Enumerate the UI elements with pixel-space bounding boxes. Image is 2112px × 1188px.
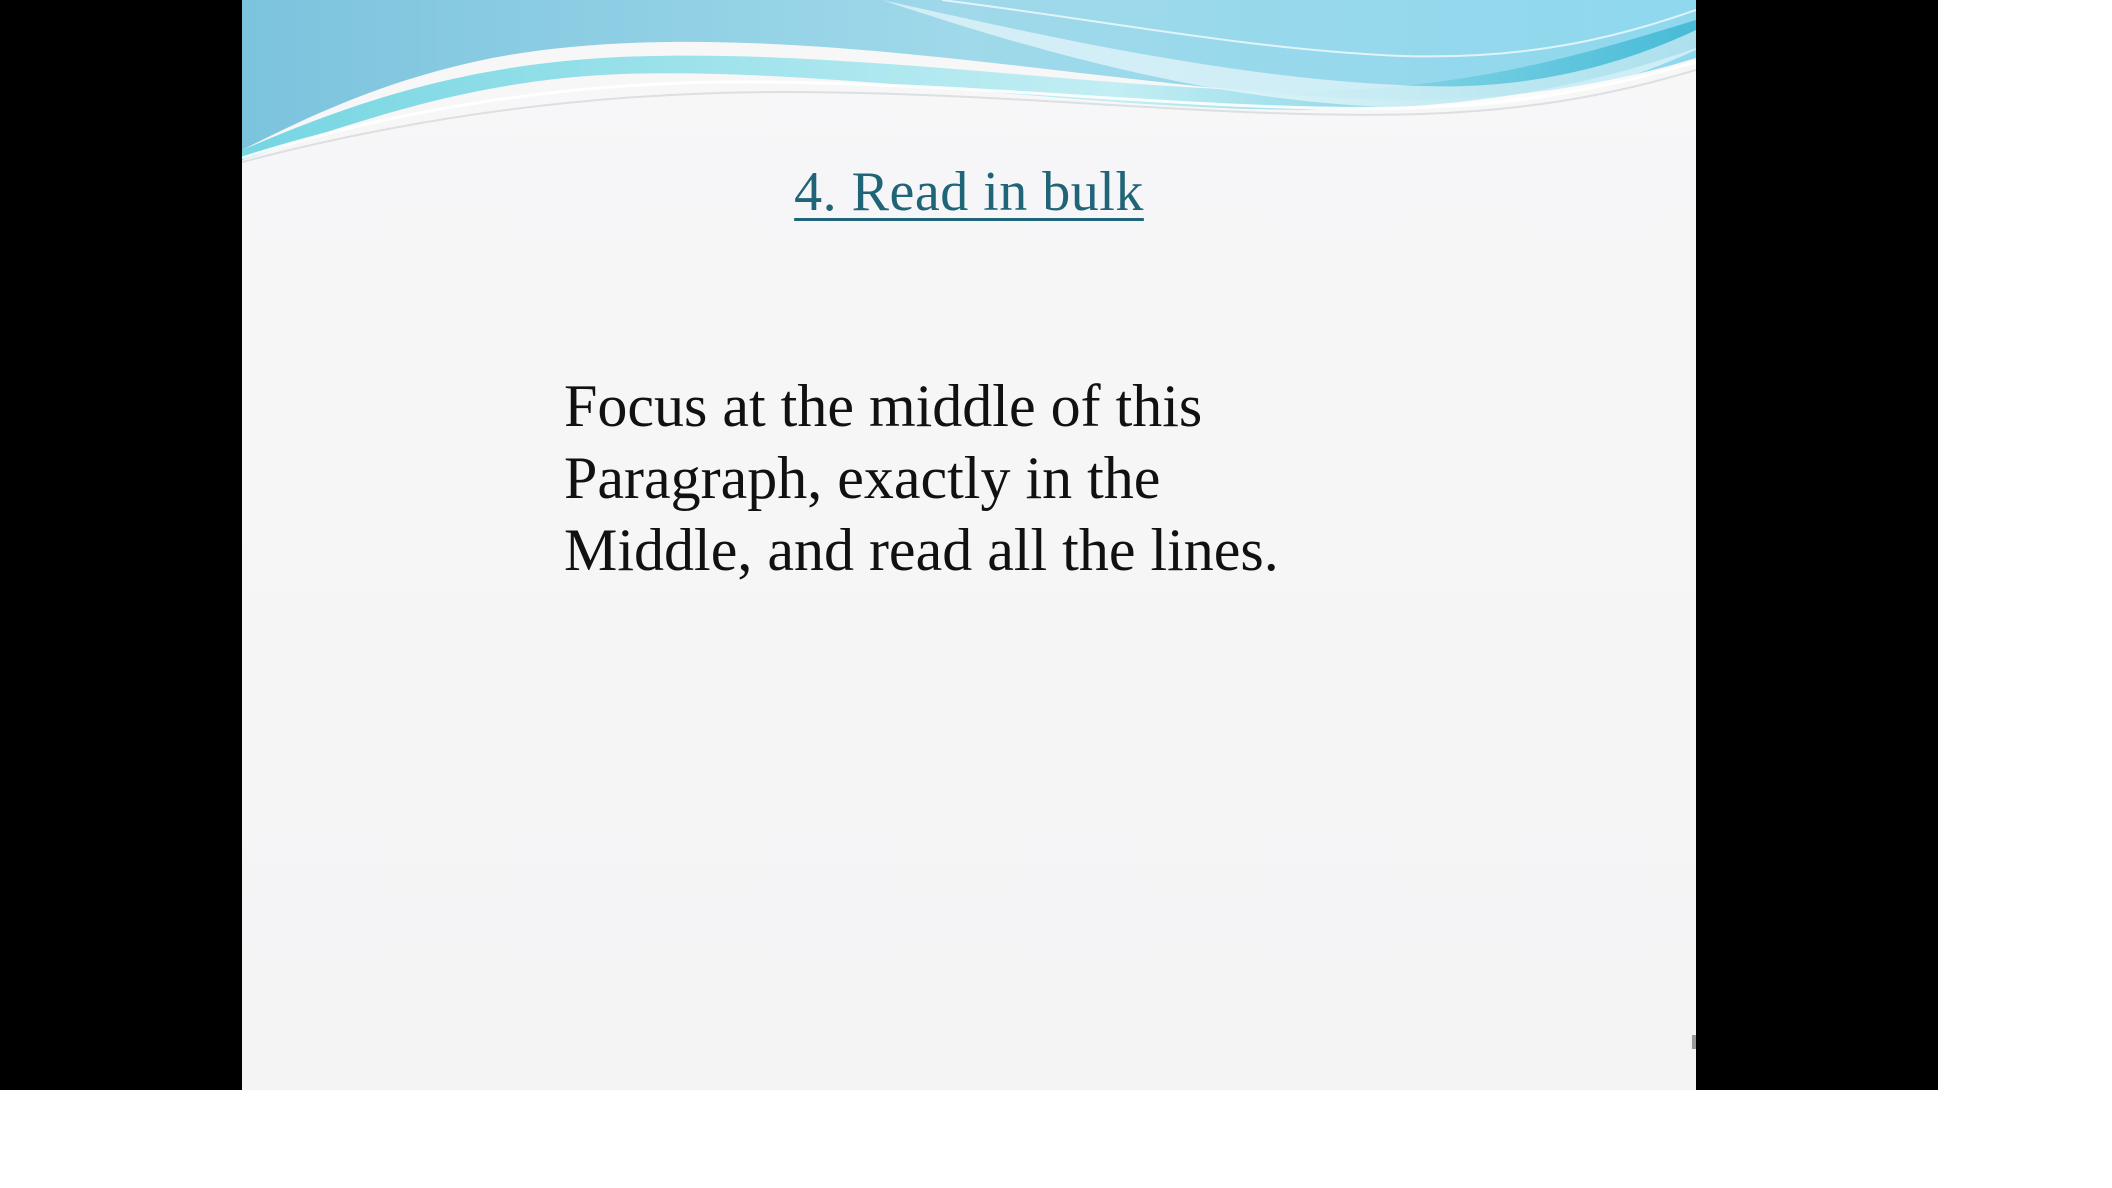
body-line: Paragraph, exactly in the: [564, 445, 1161, 511]
slide-corner-marker: [1692, 1035, 1696, 1049]
wave-header-decoration: [242, 0, 1696, 163]
slide-title: 4. Read in bulk: [794, 161, 1144, 223]
slide-body-text: Focus at the middle of this Paragraph, e…: [564, 370, 1464, 586]
body-line: Focus at the middle of this: [564, 373, 1203, 439]
screen: 4. Read in bulk Focus at the middle of t…: [0, 0, 2112, 1188]
body-line: Middle, and read all the lines.: [564, 517, 1279, 583]
presentation-slide: 4. Read in bulk Focus at the middle of t…: [242, 0, 1696, 1090]
video-player-frame[interactable]: 4. Read in bulk Focus at the middle of t…: [0, 0, 1938, 1090]
